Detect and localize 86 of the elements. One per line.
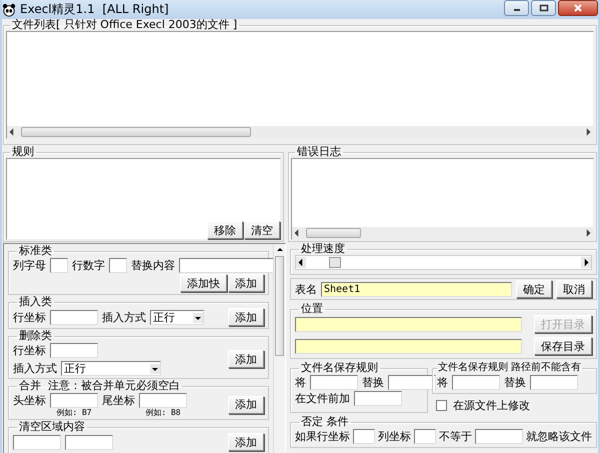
field-label: 替换 — [362, 375, 384, 390]
group-legend: 文件名保存规则 路径前不能含有 — [437, 362, 582, 374]
group-legend: 插入类 — [17, 296, 54, 308]
field-label: 替换内容 — [131, 258, 175, 273]
field-label: 行数字 — [72, 258, 105, 273]
scrollbar-thumb[interactable] — [306, 228, 361, 238]
input-field[interactable] — [50, 393, 98, 408]
horizontal-scrollbar[interactable] — [292, 227, 593, 239]
path-field[interactable] — [295, 316, 522, 332]
field-label: 将 — [437, 375, 448, 390]
rule-button[interactable]: 移除 — [207, 221, 243, 239]
input-field[interactable] — [353, 429, 375, 444]
scrollbar-thumb[interactable] — [275, 256, 284, 356]
input-field[interactable] — [50, 310, 98, 325]
dropdown[interactable]: 正行 — [150, 310, 204, 325]
group-legend: 文件名保存规则 — [299, 362, 380, 374]
add-button[interactable]: 添加 — [228, 433, 264, 451]
input-field[interactable] — [452, 375, 500, 390]
field-label: 列字母 — [13, 258, 46, 273]
input-field[interactable] — [530, 375, 578, 390]
field-label: 就忽略该文件 — [526, 429, 592, 444]
sheet-name-field[interactable]: Sheet1 — [321, 282, 512, 296]
add-button[interactable]: 添加 — [228, 274, 264, 292]
window-title: Execl精灵1.1 [ALL Right] — [20, 1, 170, 18]
group-legend: 规则 — [10, 146, 36, 158]
field-label: 行坐标 — [13, 343, 46, 358]
input-field[interactable] — [179, 258, 273, 273]
field-label: 如果行坐标 — [295, 429, 350, 444]
vertical-scrollbar[interactable] — [273, 244, 285, 453]
checkbox-label: 在源文件上修改 — [453, 398, 530, 413]
input-field[interactable] — [50, 258, 68, 273]
close-button[interactable] — [558, 0, 598, 16]
sheet-button[interactable]: 取消 — [556, 280, 592, 298]
input-field[interactable] — [354, 391, 402, 406]
slider-thumb[interactable] — [329, 257, 341, 268]
group-legend: 错误日志 — [295, 146, 343, 158]
group-legend: 位置 — [299, 303, 325, 315]
folder-button[interactable]: 保存目录 — [534, 337, 592, 355]
input-field[interactable] — [65, 435, 113, 450]
app-icon — [2, 2, 16, 16]
close-icon[interactable] — [573, 3, 583, 13]
input-field[interactable] — [388, 375, 436, 390]
field-label: 插入方式 — [13, 361, 57, 376]
group-legend: 清空区域内容 — [17, 421, 87, 433]
group-legend: 删除类 — [17, 330, 54, 342]
input-field[interactable] — [310, 375, 358, 390]
group-legend: 合并 注意：被合并单元必须空白 — [17, 380, 182, 392]
add-button[interactable]: 添加快 — [180, 274, 227, 292]
path-field[interactable] — [295, 338, 522, 354]
field-label: 将 — [295, 375, 306, 390]
rule-button[interactable]: 清空 — [244, 221, 280, 239]
rules-list[interactable]: 移除 清空 — [6, 158, 281, 240]
group-legend: 处理速度 — [299, 243, 347, 255]
add-button[interactable]: 添加 — [228, 396, 264, 414]
up-arrow-icon[interactable] — [276, 246, 284, 254]
dropdown[interactable]: 正行 — [61, 361, 161, 376]
example-note: 例如: B8 — [145, 408, 181, 417]
input-field[interactable] — [109, 258, 127, 273]
input-field[interactable] — [50, 343, 98, 358]
input-field[interactable] — [13, 435, 61, 450]
input-field[interactable] — [139, 393, 187, 408]
sheet-button[interactable]: 确定 — [516, 280, 552, 298]
group-legend: 否定 条件 — [299, 416, 350, 428]
scrollbar-thumb[interactable] — [21, 127, 251, 137]
input-field[interactable] — [414, 429, 436, 444]
field-label: 表名 — [295, 282, 317, 296]
field-label: 尾坐标 — [102, 393, 135, 408]
maximize-icon[interactable] — [538, 3, 548, 13]
add-button[interactable]: 添加 — [228, 308, 264, 326]
group-legend: 文件列表[ 只针对 Office Execl 2003的文件 ] — [10, 19, 240, 31]
field-label: 替换 — [504, 375, 526, 390]
add-button[interactable]: 添加 — [228, 350, 264, 368]
field-label: 插入方式 — [102, 310, 146, 325]
maximize-button[interactable] — [531, 0, 556, 16]
checkbox[interactable] — [436, 400, 447, 411]
input-field[interactable] — [475, 429, 523, 444]
speed-slider[interactable] — [295, 255, 592, 270]
minimize-button[interactable] — [504, 0, 529, 16]
field-label: 不等于 — [439, 429, 472, 444]
field-label: 行坐标 — [13, 310, 46, 325]
horizontal-scrollbar[interactable] — [7, 126, 593, 138]
example-note: 例如: B7 — [56, 408, 92, 417]
group-legend: 标准类 — [17, 245, 54, 257]
field-label: 头坐标 — [13, 393, 46, 408]
field-label: 在文件前加 — [295, 391, 350, 406]
field-label: 列坐标 — [378, 429, 411, 444]
